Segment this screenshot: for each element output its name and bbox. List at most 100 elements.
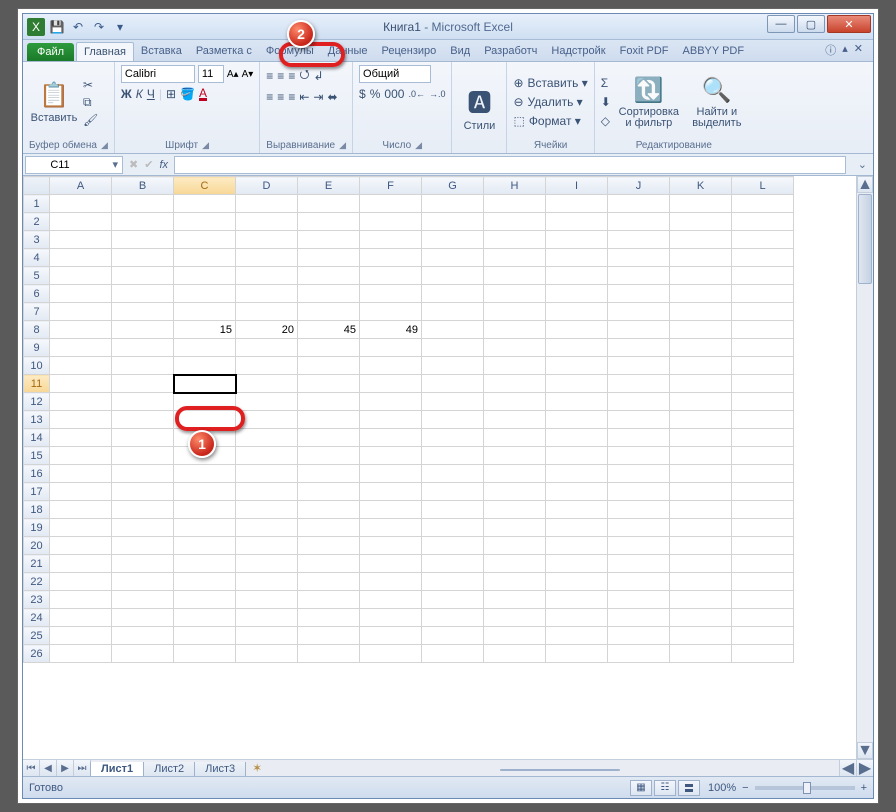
cell-H3[interactable] [484,231,546,249]
currency-icon[interactable]: $ [359,87,366,101]
cell-H26[interactable] [484,645,546,663]
decrease-indent-icon[interactable]: ⇤ [299,90,309,104]
cell-E9[interactable] [298,339,360,357]
cell-L15[interactable] [732,447,794,465]
cell-K1[interactable] [670,195,732,213]
cell-L10[interactable] [732,357,794,375]
col-header-D[interactable]: D [236,177,298,195]
cell-C25[interactable] [174,627,236,645]
hscroll-thumb[interactable] [500,769,620,771]
cell-B1[interactable] [112,195,174,213]
cell-E22[interactable] [298,573,360,591]
cell-B6[interactable] [112,285,174,303]
cell-A20[interactable] [50,537,112,555]
row-header-1[interactable]: 1 [24,195,50,213]
cell-I19[interactable] [546,519,608,537]
zoom-slider[interactable] [755,786,855,790]
cell-H12[interactable] [484,393,546,411]
cell-A9[interactable] [50,339,112,357]
cell-D12[interactable] [236,393,298,411]
number-format-select[interactable] [359,65,431,83]
cell-G7[interactable] [422,303,484,321]
cell-K18[interactable] [670,501,732,519]
spreadsheet-grid[interactable]: ABCDEFGHIJKL1234567815204549910111213141… [23,176,794,663]
cell-E20[interactable] [298,537,360,555]
name-box[interactable]: ▾ [25,156,123,174]
col-header-L[interactable]: L [732,177,794,195]
col-header-K[interactable]: K [670,177,732,195]
align-left-icon[interactable]: ≡ [266,90,273,104]
cell-H22[interactable] [484,573,546,591]
cell-L9[interactable] [732,339,794,357]
cell-H15[interactable] [484,447,546,465]
cell-L16[interactable] [732,465,794,483]
cell-L18[interactable] [732,501,794,519]
styles-button[interactable]: 🅰 Стили [458,65,500,150]
tab-вставка[interactable]: Вставка [134,42,189,61]
cell-J4[interactable] [608,249,670,267]
cell-E13[interactable] [298,411,360,429]
cell-I22[interactable] [546,573,608,591]
cell-A5[interactable] [50,267,112,285]
cell-I6[interactable] [546,285,608,303]
cell-D15[interactable] [236,447,298,465]
cell-A24[interactable] [50,609,112,627]
cell-G18[interactable] [422,501,484,519]
cell-B17[interactable] [112,483,174,501]
cell-J6[interactable] [608,285,670,303]
row-header-21[interactable]: 21 [24,555,50,573]
orientation-icon[interactable]: ⭯ [299,65,309,86]
cell-F13[interactable] [360,411,422,429]
cell-E7[interactable] [298,303,360,321]
cell-D17[interactable] [236,483,298,501]
copy-icon[interactable]: ⧉ [83,95,98,110]
cell-L26[interactable] [732,645,794,663]
sheet-nav-1[interactable]: ◀ [40,760,57,776]
cell-H24[interactable] [484,609,546,627]
maximize-button[interactable]: ▢ [797,15,825,33]
row-header-12[interactable]: 12 [24,393,50,411]
cell-F6[interactable] [360,285,422,303]
cell-A1[interactable] [50,195,112,213]
cell-G9[interactable] [422,339,484,357]
cell-J17[interactable] [608,483,670,501]
cell-G26[interactable] [422,645,484,663]
cell-I11[interactable] [546,375,608,393]
cell-G10[interactable] [422,357,484,375]
cell-L2[interactable] [732,213,794,231]
cell-B11[interactable] [112,375,174,393]
tab-file[interactable]: Файл [27,43,74,61]
cell-E5[interactable] [298,267,360,285]
cell-B14[interactable] [112,429,174,447]
insert-cells-button[interactable]: Вставить ▾ [528,76,588,90]
zoom-in-button[interactable]: + [861,782,867,794]
cell-F26[interactable] [360,645,422,663]
cell-L4[interactable] [732,249,794,267]
cell-I9[interactable] [546,339,608,357]
name-box-dropdown-icon[interactable]: ▾ [112,158,118,171]
cell-B13[interactable] [112,411,174,429]
cell-A8[interactable] [50,321,112,339]
cell-B20[interactable] [112,537,174,555]
redo-icon[interactable]: ↷ [90,18,108,36]
cell-B22[interactable] [112,573,174,591]
cell-J3[interactable] [608,231,670,249]
cell-K8[interactable] [670,321,732,339]
col-header-A[interactable]: A [50,177,112,195]
cell-L23[interactable] [732,591,794,609]
cell-G11[interactable] [422,375,484,393]
align-right-icon[interactable]: ≡ [288,90,295,104]
cell-J24[interactable] [608,609,670,627]
cell-F1[interactable] [360,195,422,213]
sheet-tab-лист1[interactable]: Лист1 [90,762,144,777]
row-header-15[interactable]: 15 [24,447,50,465]
cell-H6[interactable] [484,285,546,303]
cell-I2[interactable] [546,213,608,231]
border-icon[interactable]: ⊞ [166,87,176,101]
cell-J13[interactable] [608,411,670,429]
cell-B10[interactable] [112,357,174,375]
cell-H7[interactable] [484,303,546,321]
cell-H11[interactable] [484,375,546,393]
cell-A19[interactable] [50,519,112,537]
cell-I10[interactable] [546,357,608,375]
